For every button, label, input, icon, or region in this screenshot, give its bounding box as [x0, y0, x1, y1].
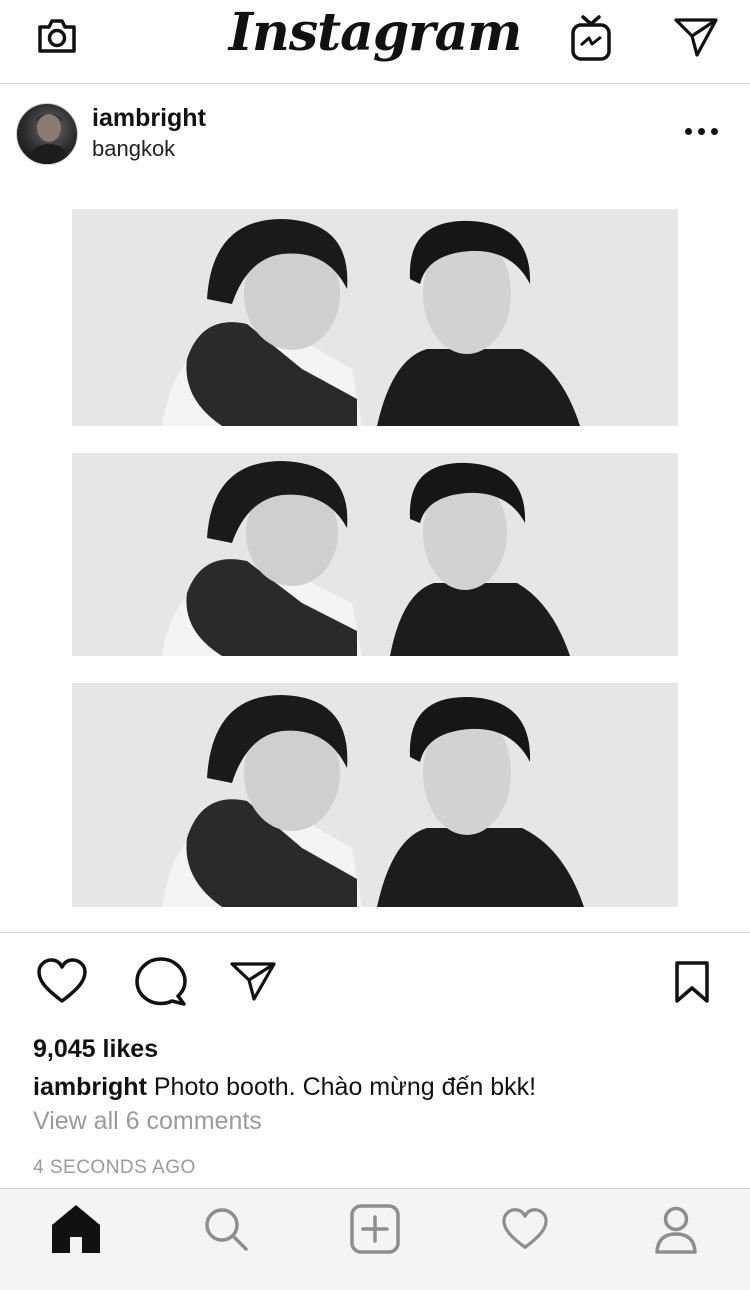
igtv-icon[interactable] [570, 14, 612, 62]
photo-strip [72, 453, 678, 656]
bookmark-icon [675, 961, 709, 1003]
home-icon[interactable] [50, 1203, 102, 1255]
profile-icon[interactable] [654, 1206, 698, 1254]
paper-plane-icon [230, 962, 276, 1001]
post-username[interactable]: iambright [92, 104, 206, 133]
paper-plane-icon[interactable] [673, 16, 719, 58]
like-button[interactable] [36, 957, 88, 1005]
search-icon[interactable] [202, 1205, 250, 1253]
likes-count[interactable]: 9,045 likes [33, 1035, 158, 1064]
speech-bubble-icon [135, 957, 187, 1006]
bottom-nav [0, 1188, 750, 1290]
save-button[interactable] [674, 960, 710, 1004]
caption-text: Photo booth. Chào mừng đến bkk! [153, 1073, 537, 1101]
photo-strip [72, 683, 678, 907]
heart-icon [37, 958, 87, 1003]
new-post-icon[interactable] [350, 1204, 400, 1254]
divider [0, 932, 750, 933]
caption: iambright Photo booth. Chào mừng đến bkk… [33, 1073, 536, 1102]
activity-icon[interactable] [500, 1207, 550, 1251]
photo-strip [72, 209, 678, 426]
share-button[interactable] [229, 960, 277, 1002]
more-options-icon[interactable] [684, 120, 720, 144]
top-bar: Instagram [0, 0, 750, 84]
view-comments-link[interactable]: View all 6 comments [33, 1107, 262, 1136]
brand-logo[interactable]: Instagram [0, 2, 750, 63]
caption-username[interactable]: iambright [33, 1073, 147, 1101]
comment-button[interactable] [134, 956, 188, 1008]
avatar[interactable] [16, 103, 78, 165]
post-timestamp: 4 SECONDS AGO [33, 1157, 196, 1178]
post-location[interactable]: bangkok [92, 136, 175, 162]
